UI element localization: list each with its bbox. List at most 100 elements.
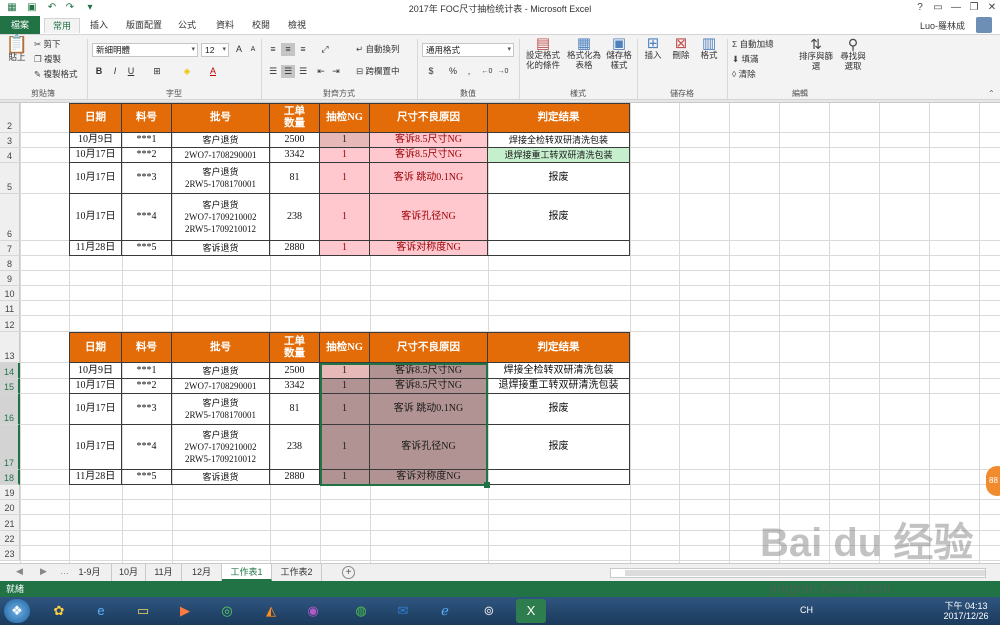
table-cell[interactable]: 客诉孔径NG [370,194,488,241]
conditional-format-button[interactable]: ▤ 設定格式化的條件 [522,36,564,70]
row-header[interactable]: 10 [0,286,20,301]
decrease-indent-icon[interactable]: ⇤ [314,65,328,78]
tab-view[interactable]: 檢視 [282,18,312,33]
excel-taskbar-icon[interactable]: X [516,599,546,623]
ribbon-display-button[interactable]: ▭ [930,1,946,14]
table-cell[interactable]: 客户退货 [172,133,270,148]
tab-insert[interactable]: 插入 [84,18,114,33]
table-header-cell[interactable]: 日期 [69,332,122,363]
table-header-cell[interactable]: 料号 [122,103,172,133]
underline-button[interactable]: U [124,65,138,78]
align-right-icon[interactable]: ☰ [296,65,310,78]
table-cell[interactable]: 1 [320,148,370,163]
table-cell[interactable]: ***2 [122,379,172,394]
table-cell[interactable]: 客诉8.5尺寸NG [370,363,488,379]
table-cell[interactable]: 报废 [488,425,630,470]
table-cell[interactable]: 1 [320,133,370,148]
table-header-cell[interactable]: 尺寸不良原因 [370,332,488,363]
align-bottom-icon[interactable]: ≡ [296,43,310,56]
table-cell[interactable]: 客诉8.5尺寸NG [370,133,488,148]
format-painter-button[interactable]: ✎ 複製格式 [34,69,78,80]
row-header[interactable]: 16 [0,394,20,425]
app-360-icon[interactable]: ✿ [44,599,74,623]
fill-color-icon[interactable]: ◈ [180,65,194,78]
table-cell[interactable]: 焊接全检转双研清洗包装 [488,133,630,148]
table-cell[interactable]: 2500 [270,363,320,379]
table-cell[interactable]: ***1 [122,363,172,379]
sheet-tab[interactable]: 工作表2 [272,564,322,581]
percent-button[interactable]: % [446,65,460,78]
row-header[interactable]: 23 [0,546,20,561]
table-header-cell[interactable]: 料号 [122,332,172,363]
table-cell[interactable]: 退焊接重工转双研清洗包装 [488,148,630,163]
sheet-tab[interactable]: 1-9月 [68,564,112,581]
italic-button[interactable]: I [108,65,122,78]
row-header[interactable]: 15 [0,379,20,394]
delete-cells-button[interactable]: ⊠ 刪除 [668,36,694,60]
tab-file[interactable]: 檔案 [0,16,40,34]
table-header-cell[interactable]: 批号 [172,332,270,363]
ie-browser-icon[interactable]: e [86,599,116,623]
row-header[interactable]: 11 [0,301,20,316]
table-cell[interactable]: ***2 [122,148,172,163]
format-cells-button[interactable]: ▥ 格式 [696,36,722,60]
table-cell[interactable]: ***1 [122,133,172,148]
table-cell[interactable]: 1 [320,394,370,425]
help-button[interactable]: ? [912,1,928,14]
foxmail-icon[interactable]: ◭ [256,599,286,623]
table-cell[interactable]: 10月17日 [69,148,122,163]
align-top-icon[interactable]: ≡ [266,43,280,56]
table-cell[interactable]: 1 [320,470,370,485]
table-cell[interactable]: 238 [270,194,320,241]
user-avatar[interactable] [976,17,992,33]
table-cell[interactable]: 11月28日 [69,470,122,485]
table-cell[interactable] [488,241,630,256]
row-header[interactable]: 13 [0,332,20,363]
sheet-tab[interactable]: 10月 [112,564,146,581]
table-cell[interactable]: 客诉8.5尺寸NG [370,379,488,394]
camera-app-icon[interactable]: ⊚ [474,599,504,623]
merge-center-button[interactable]: ⊟ 跨欄置中 [356,66,400,77]
row-header[interactable]: 9 [0,271,20,286]
table-cell[interactable]: 报废 [488,394,630,425]
tab-page-layout[interactable]: 版面配置 [120,18,168,33]
next-sheet-icon[interactable]: ▶ [40,566,47,577]
table-cell[interactable]: 3342 [270,148,320,163]
format-as-table-button[interactable]: ▦ 格式化為表格 [566,36,602,70]
orientation-icon[interactable]: ⤢ [318,43,332,56]
row-header[interactable]: 7 [0,241,20,256]
table-cell[interactable]: 1 [320,241,370,256]
row-header[interactable]: 8 [0,256,20,271]
table-header-cell[interactable]: 工单 数量 [270,332,320,363]
row-header[interactable]: 3 [0,133,20,148]
table-cell[interactable]: 10月17日 [69,425,122,470]
table-header-cell[interactable]: 抽检NG [320,332,370,363]
table-cell[interactable]: 10月17日 [69,194,122,241]
increase-indent-icon[interactable]: ⇥ [329,65,343,78]
sheet-tab[interactable]: 11月 [146,564,182,581]
table-cell[interactable]: 10月17日 [69,394,122,425]
clear-button[interactable]: ◊ 清除 [732,69,756,80]
clock-date[interactable]: 2017/12/26 [936,611,996,621]
decrease-decimal-icon[interactable]: →0 [496,65,510,78]
table-header-cell[interactable]: 尺寸不良原因 [370,103,488,133]
table-cell[interactable]: 238 [270,425,320,470]
table-header-cell[interactable]: 日期 [69,103,122,133]
cut-button[interactable]: ✂ 剪下 [34,39,61,50]
grow-font-button[interactable]: A [232,43,246,56]
table-header-cell[interactable]: 抽检NG [320,103,370,133]
prev-sheet-icon[interactable]: ◀ [16,566,23,577]
table-cell[interactable]: 2880 [270,241,320,256]
table-cell[interactable]: 客户退货 2RW5-1708170001 [172,163,270,194]
align-center-icon[interactable]: ☰ [281,65,295,78]
table-cell[interactable]: 客诉 跳动0.1NG [370,394,488,425]
table-cell[interactable]: 客户退货 2RW5-1708170001 [172,394,270,425]
table-header-cell[interactable]: 批号 [172,103,270,133]
row-header[interactable]: 19 [0,485,20,500]
table-cell[interactable]: 10月9日 [69,363,122,379]
copy-button[interactable]: ❐ 複製 [34,54,61,65]
table-cell[interactable]: 客诉对称度NG [370,241,488,256]
wechat-icon[interactable]: ◍ [346,599,376,623]
table-cell[interactable]: 客户退货 [172,363,270,379]
table-cell[interactable]: 1 [320,425,370,470]
